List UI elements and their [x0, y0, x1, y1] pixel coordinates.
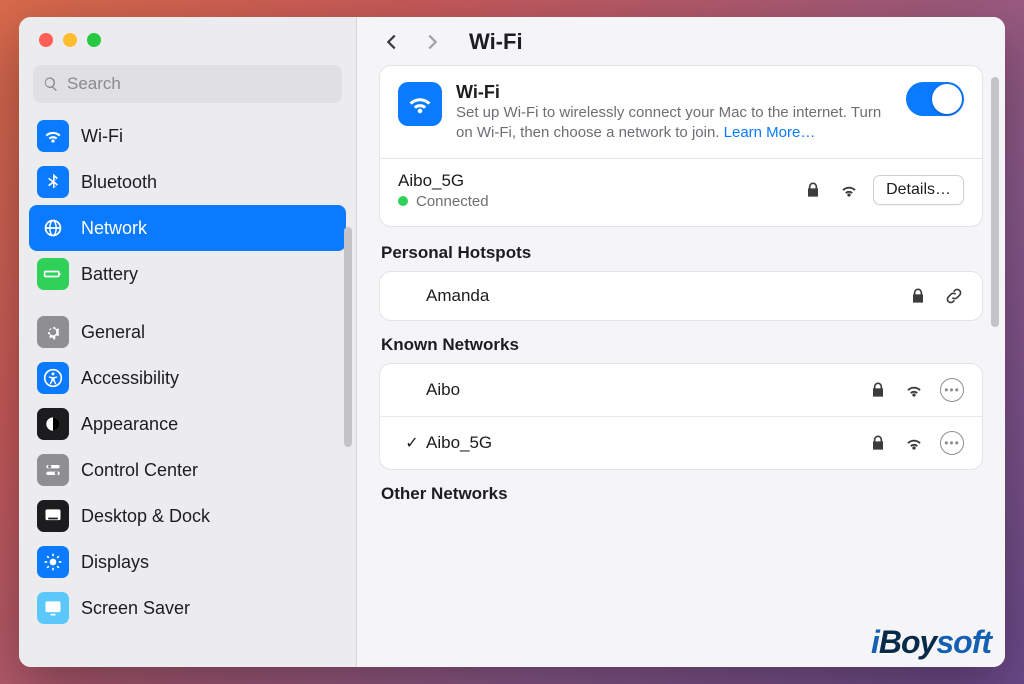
lock-icon — [908, 286, 928, 306]
sidebar-item-bluetooth[interactable]: Bluetooth — [29, 159, 346, 205]
appearance-icon — [37, 408, 69, 440]
sidebar-item-appearance[interactable]: Appearance — [29, 401, 346, 447]
sidebar: Search Wi-Fi Bluetooth Network — [19, 17, 357, 667]
list-item[interactable]: ✓ Aibo_5G ••• — [380, 417, 982, 469]
accessibility-icon — [37, 362, 69, 394]
minimize-icon[interactable] — [63, 33, 77, 47]
main-panel: Wi-Fi Wi-Fi Set up Wi-Fi to wirelessly c… — [357, 17, 1005, 667]
sidebar-item-desktop-dock[interactable]: Desktop & Dock — [29, 493, 346, 539]
lock-icon — [868, 433, 888, 453]
wifi-toggle[interactable] — [906, 82, 964, 116]
window-controls — [19, 17, 356, 47]
wifi-card-desc: Set up Wi-Fi to wirelessly connect your … — [456, 103, 892, 144]
hotspot-link-icon — [944, 286, 964, 306]
sidebar-item-label: General — [81, 322, 145, 343]
sidebar-item-wifi[interactable]: Wi-Fi — [29, 113, 346, 159]
sidebar-item-screen-saver[interactable]: Screen Saver — [29, 585, 346, 631]
sidebar-item-label: Network — [81, 218, 147, 239]
search-placeholder: Search — [67, 74, 121, 94]
sidebar-item-label: Wi-Fi — [81, 126, 123, 147]
network-name: Aibo — [426, 380, 868, 400]
sidebar-scrollbar[interactable] — [344, 227, 352, 447]
known-networks-list: Aibo ••• ✓ Aibo_5G ••• — [379, 363, 983, 470]
control-center-icon — [37, 454, 69, 486]
desktop-dock-icon — [37, 500, 69, 532]
forward-button — [421, 31, 443, 53]
system-settings-window: Search Wi-Fi Bluetooth Network — [19, 17, 1005, 667]
status-dot-icon — [398, 196, 408, 206]
sidebar-item-label: Bluetooth — [81, 172, 157, 193]
hotspots-list: Amanda — [379, 271, 983, 321]
sidebar-item-label: Control Center — [81, 460, 198, 481]
gear-icon — [37, 316, 69, 348]
sidebar-item-battery[interactable]: Battery — [29, 251, 346, 297]
wifi-signal-icon — [904, 380, 924, 400]
check-icon: ✓ — [398, 433, 426, 453]
wifi-card-title: Wi-Fi — [456, 82, 892, 103]
back-button[interactable] — [381, 31, 403, 53]
list-item[interactable]: Aibo ••• — [380, 364, 982, 417]
list-item[interactable]: Amanda — [380, 272, 982, 320]
globe-icon — [37, 212, 69, 244]
sidebar-item-network[interactable]: Network — [29, 205, 346, 251]
sidebar-item-label: Displays — [81, 552, 149, 573]
learn-more-link[interactable]: Learn More… — [724, 124, 816, 141]
section-personal-hotspots: Personal Hotspots — [381, 243, 981, 263]
sidebar-item-label: Battery — [81, 264, 138, 285]
wifi-icon — [398, 82, 442, 126]
bluetooth-icon — [37, 166, 69, 198]
connected-status: Connected — [416, 193, 489, 210]
details-button[interactable]: Details… — [873, 175, 964, 205]
main-scrollbar[interactable] — [991, 77, 999, 327]
section-other-networks: Other Networks — [381, 484, 981, 504]
wifi-signal-icon — [839, 180, 859, 200]
page-title: Wi-Fi — [469, 29, 523, 55]
watermark: iBoysoft — [871, 624, 991, 661]
wifi-signal-icon — [904, 433, 924, 453]
sidebar-item-control-center[interactable]: Control Center — [29, 447, 346, 493]
more-options-icon[interactable]: ••• — [940, 378, 964, 402]
search-icon — [43, 76, 59, 92]
zoom-icon[interactable] — [87, 33, 101, 47]
more-options-icon[interactable]: ••• — [940, 431, 964, 455]
wifi-icon — [37, 120, 69, 152]
close-icon[interactable] — [39, 33, 53, 47]
connected-network-row: Aibo_5G Connected Details… — [398, 171, 964, 210]
sidebar-item-label: Accessibility — [81, 368, 179, 389]
network-name: Aibo_5G — [426, 433, 868, 453]
lock-icon — [868, 380, 888, 400]
sidebar-item-displays[interactable]: Displays — [29, 539, 346, 585]
sidebar-item-label: Screen Saver — [81, 598, 190, 619]
sidebar-item-label: Desktop & Dock — [81, 506, 210, 527]
lock-icon — [803, 180, 823, 200]
sidebar-item-label: Appearance — [81, 414, 178, 435]
search-input[interactable]: Search — [33, 65, 342, 103]
section-known-networks: Known Networks — [381, 335, 981, 355]
sidebar-item-general[interactable]: General — [29, 309, 346, 355]
battery-icon — [37, 258, 69, 290]
sidebar-item-accessibility[interactable]: Accessibility — [29, 355, 346, 401]
network-name: Amanda — [426, 286, 908, 306]
connected-network-name: Aibo_5G — [398, 171, 803, 191]
displays-icon — [37, 546, 69, 578]
screen-saver-icon — [37, 592, 69, 624]
titlebar: Wi-Fi — [357, 17, 1005, 65]
wifi-card: Wi-Fi Set up Wi-Fi to wirelessly connect… — [379, 65, 983, 227]
